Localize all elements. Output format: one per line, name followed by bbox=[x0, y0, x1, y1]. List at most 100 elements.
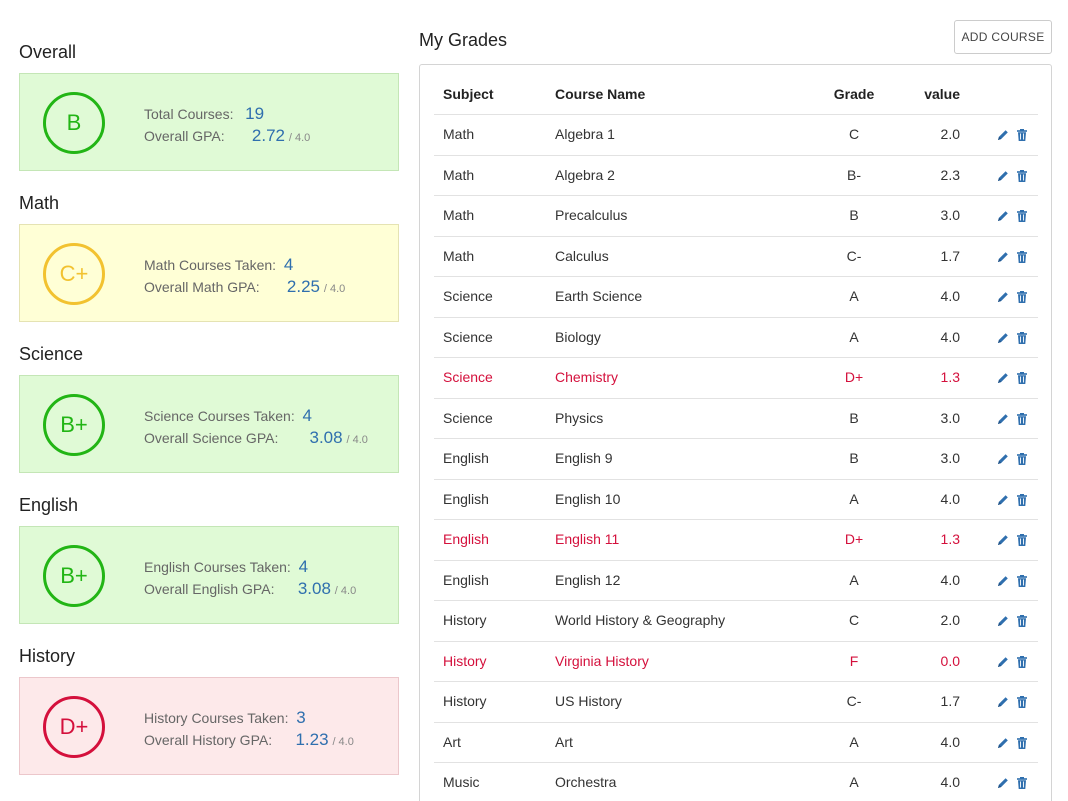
trash-icon[interactable] bbox=[1015, 250, 1029, 264]
cell-value: 3.0 bbox=[940, 450, 960, 466]
cell-subject: English bbox=[443, 531, 489, 547]
cell-course-name: Algebra 1 bbox=[555, 126, 615, 142]
trash-icon[interactable] bbox=[1015, 614, 1029, 628]
table-row: English English 9 B 3.0 bbox=[434, 439, 1038, 480]
pencil-icon[interactable] bbox=[996, 695, 1010, 709]
header-subject[interactable]: Subject bbox=[443, 86, 494, 102]
gpa-label: Overall Science GPA: bbox=[144, 430, 279, 446]
cell-subject: English bbox=[443, 450, 489, 466]
gpa-label: Overall History GPA: bbox=[144, 732, 273, 748]
trash-icon[interactable] bbox=[1015, 493, 1029, 507]
table-row: Music Orchestra A 4.0 bbox=[434, 763, 1038, 801]
cell-subject: Math bbox=[443, 247, 475, 264]
table-row: Math Algebra 2 B- 2.3 bbox=[434, 156, 1038, 196]
table-row: English English 11 D+ 1.3 bbox=[434, 520, 1038, 561]
pencil-icon[interactable] bbox=[996, 452, 1010, 466]
course-count: 4 bbox=[283, 255, 294, 274]
cell-grade: A bbox=[849, 490, 859, 507]
pencil-icon[interactable] bbox=[996, 169, 1010, 183]
trash-icon[interactable] bbox=[1015, 574, 1029, 588]
cell-grade: A bbox=[849, 774, 859, 790]
pencil-icon[interactable] bbox=[996, 331, 1010, 345]
trash-icon[interactable] bbox=[1015, 695, 1029, 709]
trash-icon[interactable] bbox=[1015, 371, 1029, 385]
header-value[interactable]: value bbox=[904, 86, 960, 102]
cell-value: 4.0 bbox=[940, 571, 960, 588]
cell-subject: Science bbox=[443, 288, 493, 304]
trash-icon[interactable] bbox=[1015, 776, 1029, 790]
gpa-scale: / 4.0 bbox=[332, 736, 354, 748]
count-label: Total Courses: bbox=[144, 106, 234, 122]
table-row: History US History C- 1.7 bbox=[434, 682, 1038, 723]
cell-grade: D+ bbox=[844, 531, 864, 547]
gpa-value: 3.08 bbox=[309, 428, 343, 447]
pencil-icon[interactable] bbox=[996, 493, 1010, 507]
gpa-value: 2.72 bbox=[251, 126, 285, 145]
table-row: Art Art A 4.0 bbox=[434, 723, 1038, 763]
table-row: Science Chemistry D+ 1.3 bbox=[434, 358, 1038, 399]
course-count-line: Total Courses: 19 bbox=[144, 104, 264, 124]
grade-badge: B+ bbox=[43, 394, 105, 456]
pencil-icon[interactable] bbox=[996, 250, 1010, 264]
pencil-icon[interactable] bbox=[996, 371, 1010, 385]
table-row: Math Precalculus B 3.0 bbox=[434, 196, 1038, 237]
gpa-value: 3.08 bbox=[297, 579, 331, 598]
cell-grade: F bbox=[849, 652, 859, 669]
gpa-line: Overall GPA: 2.72 / 4.0 bbox=[144, 126, 310, 146]
table-row: History World History & Geography C 2.0 bbox=[434, 601, 1038, 642]
trash-icon[interactable] bbox=[1015, 128, 1029, 142]
cell-value: 2.3 bbox=[940, 166, 960, 183]
cell-course-name: Chemistry bbox=[555, 369, 619, 385]
trash-icon[interactable] bbox=[1015, 331, 1029, 345]
pencil-icon[interactable] bbox=[996, 776, 1010, 790]
gpa-line: Overall History GPA: 1.23 / 4.0 bbox=[144, 730, 354, 750]
cell-grade: D+ bbox=[844, 369, 864, 385]
trash-icon[interactable] bbox=[1015, 452, 1029, 466]
gpa-label: Overall English GPA: bbox=[144, 581, 275, 597]
course-count-line: History Courses Taken: 3 bbox=[144, 708, 306, 728]
cell-grade: C bbox=[848, 126, 860, 142]
cell-course-name: Earth Science bbox=[555, 288, 643, 304]
cell-course-name: Calculus bbox=[555, 247, 609, 264]
pencil-icon[interactable] bbox=[996, 290, 1010, 304]
cell-grade: A bbox=[849, 328, 859, 345]
history-summary-card: D+ History Courses Taken: 3 Overall Hist… bbox=[19, 677, 399, 775]
header-course-name[interactable]: Course Name bbox=[555, 86, 645, 102]
table-row: Science Earth Science A 4.0 bbox=[434, 277, 1038, 318]
cell-grade: A bbox=[849, 571, 859, 588]
pencil-icon[interactable] bbox=[996, 736, 1010, 750]
gpa-scale: / 4.0 bbox=[288, 132, 311, 144]
cell-value: 1.3 bbox=[940, 369, 960, 385]
cell-value: 4.0 bbox=[940, 288, 960, 304]
count-label: History Courses Taken: bbox=[144, 710, 289, 726]
cell-value: 3.0 bbox=[940, 409, 960, 426]
cell-subject: Science bbox=[443, 328, 493, 345]
trash-icon[interactable] bbox=[1015, 169, 1029, 183]
pencil-icon[interactable] bbox=[996, 412, 1010, 426]
pencil-icon[interactable] bbox=[996, 574, 1010, 588]
table-row: Science Physics B 3.0 bbox=[434, 399, 1038, 439]
pencil-icon[interactable] bbox=[996, 614, 1010, 628]
cell-value: 4.0 bbox=[940, 328, 960, 345]
header-grade[interactable]: Grade bbox=[819, 86, 889, 102]
cell-subject: History bbox=[443, 693, 487, 709]
cell-grade: B bbox=[849, 207, 859, 223]
trash-icon[interactable] bbox=[1015, 533, 1029, 547]
math-title: Math bbox=[19, 193, 60, 213]
pencil-icon[interactable] bbox=[996, 209, 1010, 223]
trash-icon[interactable] bbox=[1015, 290, 1029, 304]
cell-value: 1.7 bbox=[940, 693, 960, 709]
cell-course-name: World History & Geography bbox=[555, 612, 726, 628]
pencil-icon[interactable] bbox=[996, 655, 1010, 669]
cell-value: 2.0 bbox=[940, 612, 960, 628]
cell-subject: History bbox=[443, 652, 487, 669]
trash-icon[interactable] bbox=[1015, 736, 1029, 750]
trash-icon[interactable] bbox=[1015, 412, 1029, 426]
pencil-icon[interactable] bbox=[996, 128, 1010, 142]
add-course-button[interactable]: ADD COURSE bbox=[954, 20, 1052, 54]
pencil-icon[interactable] bbox=[996, 533, 1010, 547]
trash-icon[interactable] bbox=[1015, 209, 1029, 223]
course-count-line: Math Courses Taken: 4 bbox=[144, 255, 293, 275]
grades-table: Subject Course Name Grade value Math Alge… bbox=[419, 64, 1052, 801]
trash-icon[interactable] bbox=[1015, 655, 1029, 669]
